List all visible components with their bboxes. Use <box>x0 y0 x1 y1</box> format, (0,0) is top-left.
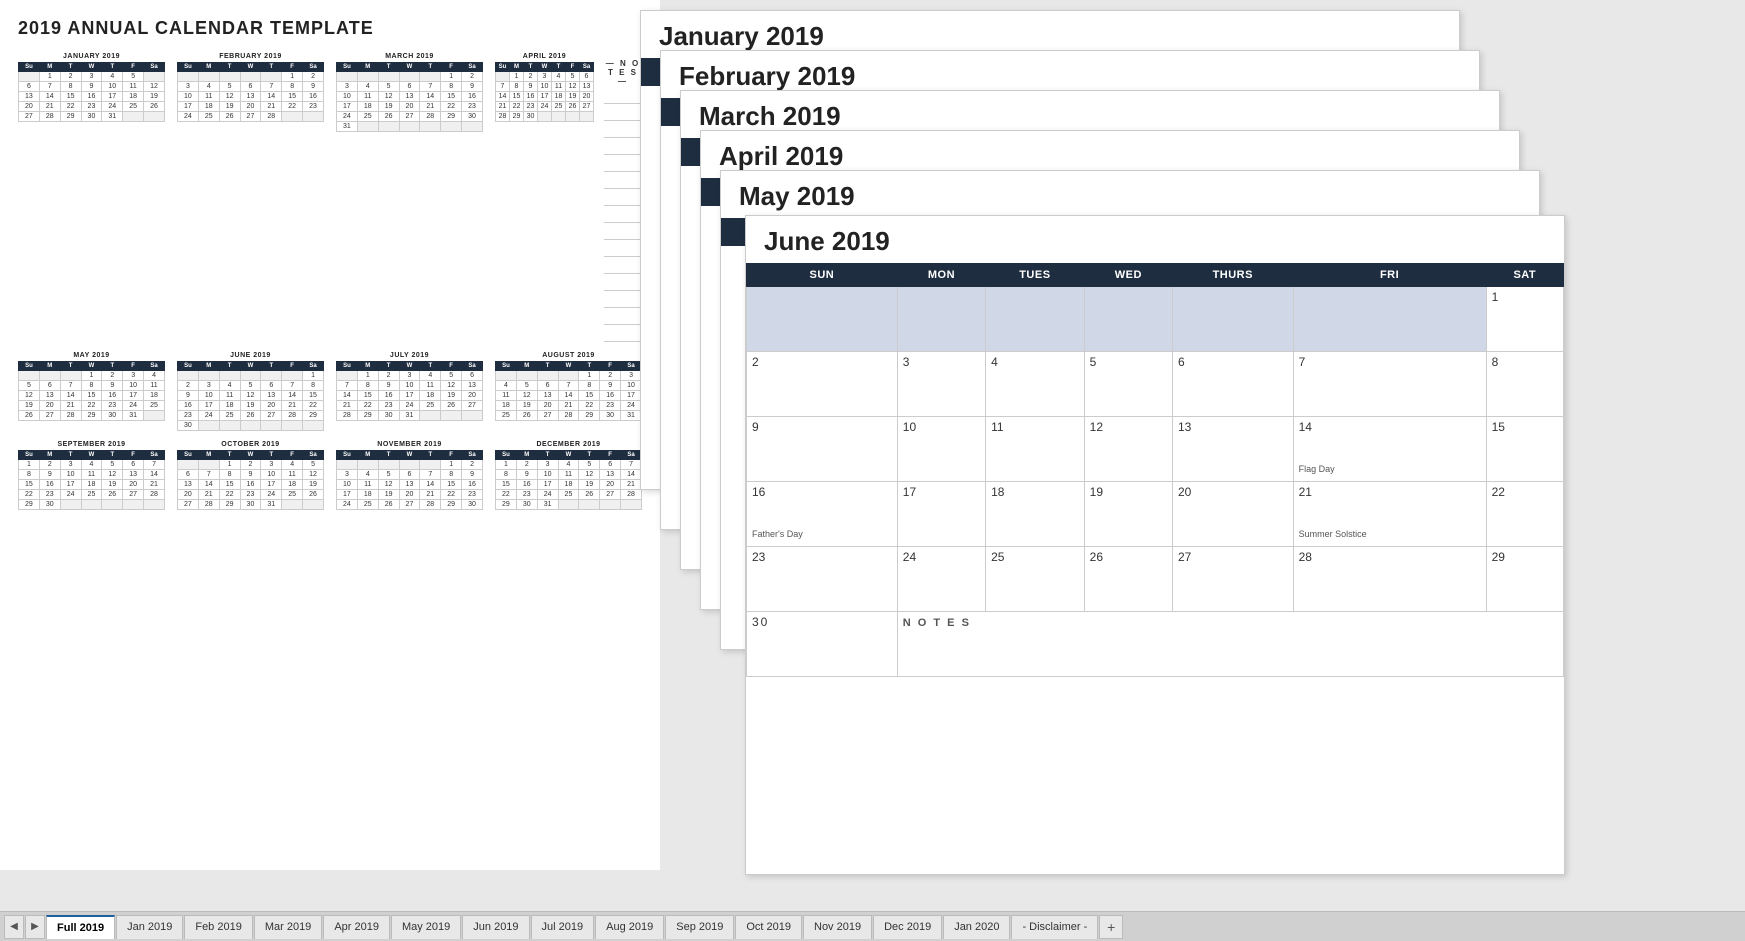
mini-cal-jun: JUNE 2019 SuMTWTFSa 1 2345678 9101112131… <box>177 352 324 431</box>
table-cell <box>1293 287 1486 352</box>
table-cell: 10 <box>897 417 985 482</box>
table-cell: 11 <box>986 417 1085 482</box>
mini-calendars-row2: MAY 2019 SuMTWTFSa 1234 567891011 121314… <box>18 352 642 431</box>
fathers-day-note: Father's Day <box>752 529 892 539</box>
table-cell: 8 <box>1486 352 1563 417</box>
may-title: May 2019 <box>721 171 1539 218</box>
table-cell: 27 <box>1172 547 1293 612</box>
table-cell: 26 <box>1084 547 1172 612</box>
note-line <box>604 175 642 189</box>
tab-jan-2019[interactable]: Jan 2019 <box>116 915 183 939</box>
tab-bar: ◀ ▶ Full 2019 Jan 2019 Feb 2019 Mar 2019… <box>0 911 1745 941</box>
table-cell <box>1172 287 1293 352</box>
mini-calendars-row3: SEPTEMBER 2019 SuMTWTFSa 1234567 8910111… <box>18 441 642 510</box>
stacked-calendars: January 2019 SUN MON TUES WED THURS FRI … <box>640 10 1740 880</box>
mini-cal-may: MAY 2019 SuMTWTFSa 1234 567891011 121314… <box>18 352 165 431</box>
table-cell: 4 <box>986 352 1085 417</box>
annual-overview-panel: 2019 ANNUAL CALENDAR TEMPLATE JANUARY 20… <box>0 0 660 870</box>
flag-day-note: Flag Day <box>1299 464 1481 474</box>
mini-cal-nov: NOVEMBER 2019 SuMTWTFSa 12 3456789 10111… <box>336 441 483 510</box>
june-notes-cell: N O T E S <box>897 612 1563 677</box>
mini-cal-oct: OCTOBER 2019 SuMTWTFSa 12345 6789101112 … <box>177 441 324 510</box>
tab-jun-2019[interactable]: Jun 2019 <box>462 915 529 939</box>
apr-notes-group: APRIL 2019 SuMTWTFSa 123456 78910111213 … <box>495 53 642 342</box>
table-cell: 19 <box>1084 482 1172 547</box>
table-cell: 9 <box>747 417 898 482</box>
table-cell: 2 <box>747 352 898 417</box>
page-title: 2019 ANNUAL CALENDAR TEMPLATE <box>18 18 642 39</box>
notes-lines-top <box>604 90 642 342</box>
jun-title: June 2019 <box>746 216 1564 263</box>
mini-cal-sep: SEPTEMBER 2019 SuMTWTFSa 1234567 8910111… <box>18 441 165 510</box>
note-line <box>604 209 642 223</box>
note-line <box>604 277 642 291</box>
note-line <box>604 124 642 138</box>
table-cell: 30 <box>747 612 898 677</box>
tab-disclaimer[interactable]: - Disclaimer - <box>1011 915 1098 939</box>
tab-full-2019[interactable]: Full 2019 <box>46 915 115 939</box>
tab-mar-2019[interactable]: Mar 2019 <box>254 915 322 939</box>
tab-nav-right[interactable]: ▶ <box>25 915 45 939</box>
mini-cal-apr: APRIL 2019 SuMTWTFSa 123456 78910111213 … <box>495 53 594 342</box>
note-line <box>604 141 642 155</box>
note-line <box>604 107 642 121</box>
tab-nov-2019[interactable]: Nov 2019 <box>803 915 872 939</box>
summer-solstice-note: Summer Solstice <box>1299 529 1481 539</box>
tab-oct-2019[interactable]: Oct 2019 <box>735 915 802 939</box>
tab-dec-2019[interactable]: Dec 2019 <box>873 915 942 939</box>
table-cell: 1 <box>1486 287 1563 352</box>
table-cell: 29 <box>1486 547 1563 612</box>
table-cell: 24 <box>897 547 985 612</box>
mini-cal-dec: DECEMBER 2019 SuMTWTFSa 1234567 89101112… <box>495 441 642 510</box>
tab-jan-2020[interactable]: Jan 2020 <box>943 915 1010 939</box>
table-cell <box>747 287 898 352</box>
table-cell: 7 <box>1293 352 1486 417</box>
table-cell: 18 <box>986 482 1085 547</box>
note-line <box>604 311 642 325</box>
tab-sep-2019[interactable]: Sep 2019 <box>665 915 734 939</box>
table-cell <box>986 287 1085 352</box>
table-cell: 6 <box>1172 352 1293 417</box>
note-line <box>604 260 642 274</box>
tab-jul-2019[interactable]: Jul 2019 <box>531 915 595 939</box>
table-cell <box>1084 287 1172 352</box>
table-cell: 16 Father's Day <box>747 482 898 547</box>
table-cell: 13 <box>1172 417 1293 482</box>
note-line <box>604 192 642 206</box>
tab-aug-2019[interactable]: Aug 2019 <box>595 915 664 939</box>
mini-cal-jan: JANUARY 2019 SuMTWTFSa 12345 6789101112 … <box>18 53 165 342</box>
note-line <box>604 294 642 308</box>
note-line <box>604 328 642 342</box>
table-cell: 23 <box>747 547 898 612</box>
table-cell <box>897 287 985 352</box>
june-calendar-table: SUN MON TUES WED THURS FRI SAT <box>746 263 1564 677</box>
table-cell: 25 <box>986 547 1085 612</box>
table-cell: 21 Summer Solstice <box>1293 482 1486 547</box>
table-cell: 14 Flag Day <box>1293 417 1486 482</box>
table-cell: 20 <box>1172 482 1293 547</box>
mini-calendars-grid: JANUARY 2019 SuMTWTFSa 12345 6789101112 … <box>18 53 642 342</box>
tab-add-button[interactable]: + <box>1099 915 1123 939</box>
tab-feb-2019[interactable]: Feb 2019 <box>184 915 252 939</box>
table-cell: 15 <box>1486 417 1563 482</box>
table-cell: 22 <box>1486 482 1563 547</box>
notes-panel-top: — N O T E S — <box>604 59 642 342</box>
table-cell: 12 <box>1084 417 1172 482</box>
table-cell: 5 <box>1084 352 1172 417</box>
mini-cal-feb: FEBRUARY 2019 SuMTWTFSa 12 3456789 10111… <box>177 53 324 342</box>
note-line <box>604 90 642 104</box>
tab-apr-2019[interactable]: Apr 2019 <box>323 915 390 939</box>
note-line <box>604 243 642 257</box>
mini-cal-mar: MARCH 2019 SuMTWTFSa 12 3456789 10111213… <box>336 53 483 342</box>
note-line <box>604 158 642 172</box>
table-cell: 28 <box>1293 547 1486 612</box>
tab-nav-left[interactable]: ◀ <box>4 915 24 939</box>
mini-cal-jul: JULY 2019 SuMTWTFSa 123456 78910111213 1… <box>336 352 483 431</box>
note-line <box>604 226 642 240</box>
mini-cal-aug: AUGUST 2019 SuMTWTFSa 123 45678910 11121… <box>495 352 642 431</box>
table-cell: 17 <box>897 482 985 547</box>
table-cell: 3 <box>897 352 985 417</box>
tab-may-2019[interactable]: May 2019 <box>391 915 461 939</box>
cal-page-june: June 2019 SUN MON TUES WED THURS FRI SAT <box>745 215 1565 875</box>
